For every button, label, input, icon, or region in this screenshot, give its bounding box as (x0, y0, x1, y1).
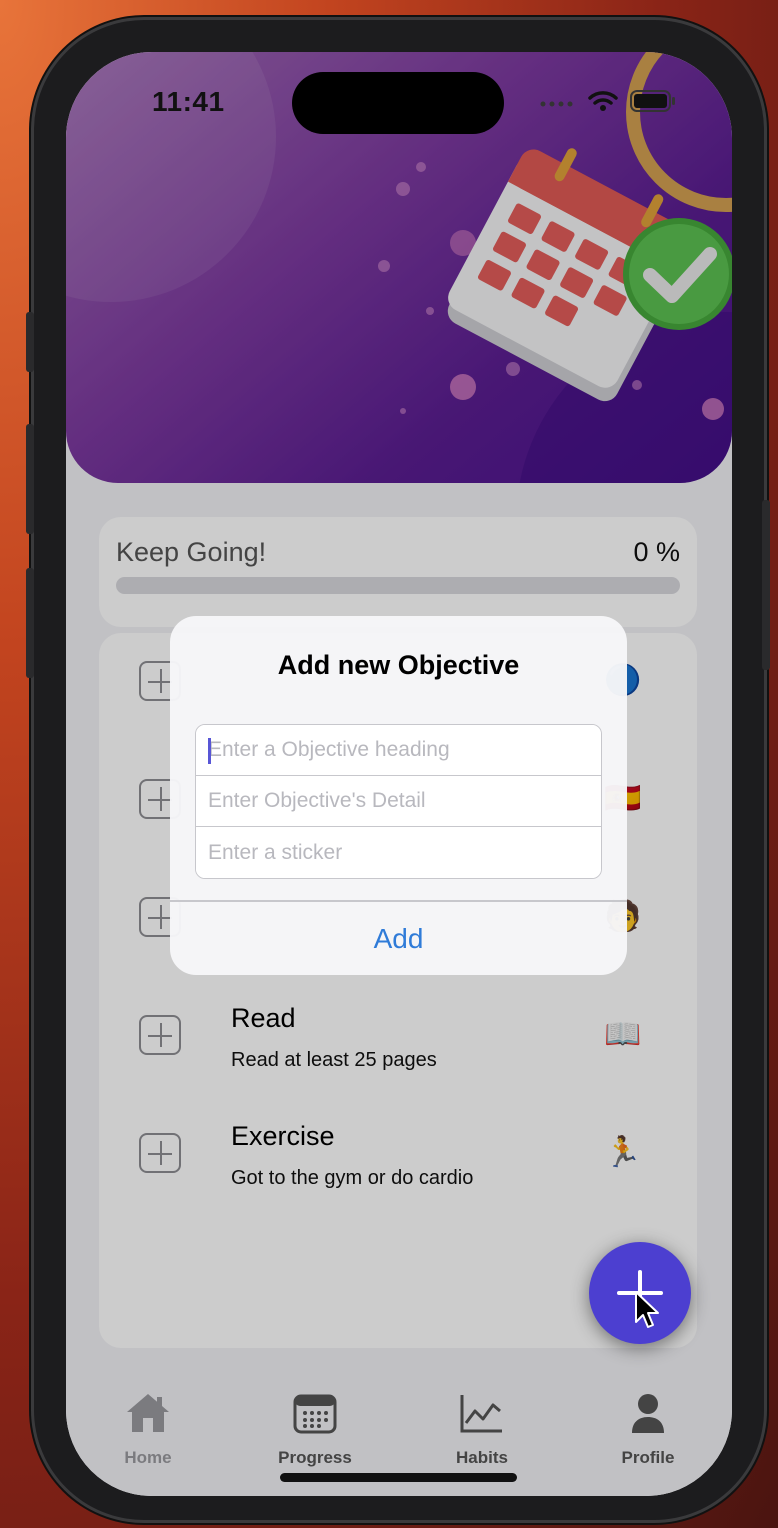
battery-icon (630, 90, 675, 112)
text-cursor (208, 738, 211, 764)
dialog-fields (195, 724, 602, 879)
mouse-pointer-icon (635, 1291, 659, 1328)
objective-detail-input[interactable] (196, 776, 601, 827)
status-time: 11:41 (152, 86, 225, 117)
signal-icon (540, 101, 573, 107)
add-button[interactable]: Add (170, 902, 627, 975)
status-bar: 11:41 (66, 72, 732, 134)
objective-heading-input[interactable] (196, 725, 601, 776)
sticker-input[interactable] (196, 827, 601, 878)
volume-up-button (26, 424, 34, 534)
dynamic-island (292, 72, 504, 134)
power-button (762, 500, 770, 670)
dialog-title: Add new Objective (277, 650, 520, 680)
volume-down-button (26, 568, 34, 678)
wifi-icon (588, 91, 618, 111)
mute-switch (26, 312, 34, 372)
home-indicator[interactable] (280, 1473, 517, 1482)
add-objective-dialog: Add new Objective Add (170, 616, 627, 975)
